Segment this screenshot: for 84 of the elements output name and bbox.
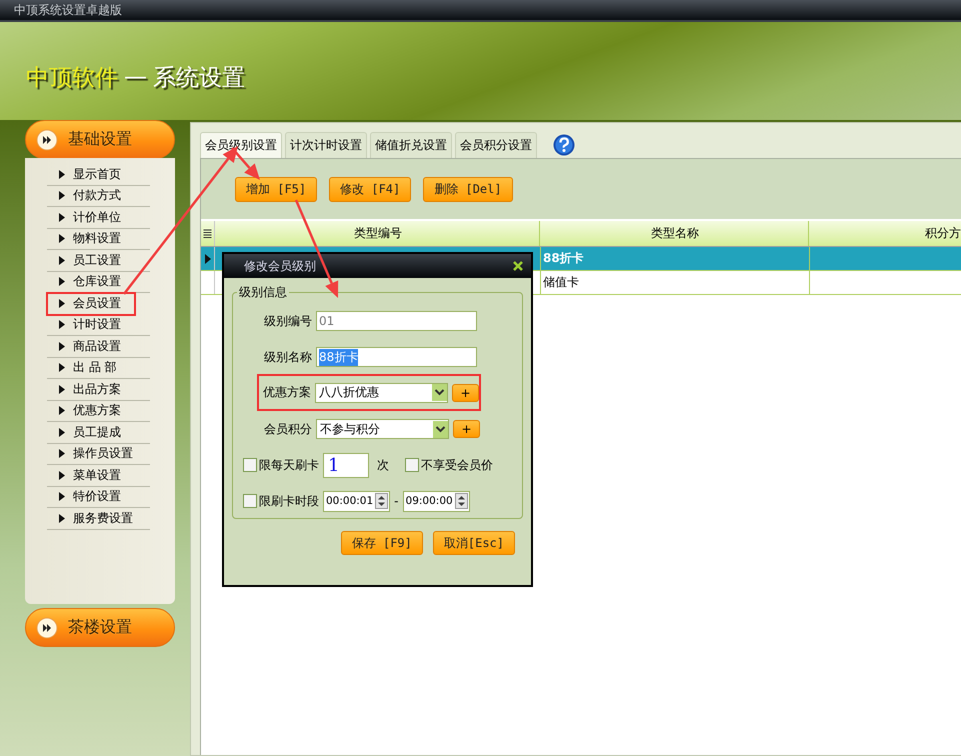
brand-name: 中顶软件 bbox=[26, 64, 118, 92]
field-label: 优惠方案 bbox=[262, 384, 311, 401]
dropdown[interactable]: 不参与积分 bbox=[316, 419, 449, 439]
checkbox-label: 不享受会员价 bbox=[421, 456, 493, 474]
triangle-icon bbox=[59, 449, 65, 458]
current-row-icon bbox=[204, 254, 210, 264]
time-field[interactable]: 00:00:01 bbox=[323, 490, 390, 512]
triangle-icon bbox=[59, 406, 65, 416]
sidebar-item[interactable]: 计价单位 bbox=[47, 207, 150, 228]
close-icon bbox=[513, 261, 523, 271]
sidebar-item[interactable]: 仓库设置 bbox=[47, 272, 150, 293]
column-header[interactable]: 类型名称 bbox=[539, 221, 808, 246]
checkbox-label: 限每天刷卡 bbox=[259, 456, 319, 474]
spinner-icon bbox=[375, 493, 388, 509]
column-header[interactable]: 积分方 bbox=[808, 221, 961, 246]
chevron-icon bbox=[432, 384, 447, 401]
table-cell: 储值卡 bbox=[540, 271, 809, 294]
triangle-icon bbox=[59, 234, 65, 244]
tab[interactable]: 计次计时设置 bbox=[285, 132, 367, 158]
triangle-icon bbox=[59, 470, 65, 480]
triangle-icon bbox=[59, 170, 65, 179]
checkbox[interactable] bbox=[243, 494, 257, 508]
list-icon bbox=[201, 228, 214, 238]
sidebar-item[interactable]: 计时设置 bbox=[47, 314, 150, 336]
field-label: 会员积分 bbox=[263, 420, 312, 438]
sidebar-item[interactable]: 付款方式 bbox=[47, 186, 150, 207]
input-field[interactable]: 01 bbox=[316, 311, 477, 331]
triangle-icon bbox=[59, 212, 65, 222]
triangle-icon bbox=[59, 320, 65, 330]
count-field[interactable]: 1 bbox=[323, 452, 369, 478]
triangle-icon bbox=[59, 492, 65, 502]
time-field[interactable]: 09:00:00 bbox=[402, 490, 470, 512]
input-field[interactable]: 88折卡 bbox=[316, 347, 477, 367]
dialog-button[interactable]: 取消[Esc] bbox=[432, 531, 515, 555]
checkbox[interactable] bbox=[243, 458, 257, 472]
tab[interactable]: 会员积分设置 bbox=[455, 132, 537, 158]
sidebar-item[interactable]: 员工提成 bbox=[47, 422, 150, 444]
sidebar-item[interactable]: 商品设置 bbox=[47, 336, 150, 358]
triangle-icon bbox=[59, 298, 65, 308]
window-title: 中顶系统设置卓越版 bbox=[14, 2, 122, 18]
toolbar-button[interactable]: 删除 [Del] bbox=[423, 176, 513, 202]
triangle-icon bbox=[59, 384, 65, 394]
help-icon bbox=[553, 134, 575, 156]
field-label: 级别编号 bbox=[263, 312, 312, 330]
range-dash: - bbox=[394, 494, 399, 508]
triangle-icon bbox=[59, 256, 65, 265]
sidebar-item[interactable]: 出品方案 bbox=[47, 379, 150, 400]
triangle-icon bbox=[59, 191, 65, 200]
add-button[interactable]: + bbox=[453, 420, 480, 438]
sidebar-item[interactable]: 会员设置 bbox=[47, 293, 135, 314]
sidebar-item[interactable]: 菜单设置 bbox=[47, 465, 150, 486]
table-cell: 88折卡 bbox=[540, 247, 809, 270]
triangle-icon bbox=[59, 428, 65, 437]
tab[interactable]: 储值折兑设置 bbox=[370, 132, 452, 158]
add-button[interactable]: + bbox=[452, 384, 479, 402]
sidebar-item[interactable]: 优惠方案 bbox=[47, 400, 150, 422]
sidebar-item[interactable]: 显示首页 bbox=[47, 164, 150, 186]
triangle-icon bbox=[59, 342, 65, 351]
sidebar-item[interactable]: 员工设置 bbox=[47, 250, 150, 272]
checkbox[interactable] bbox=[405, 458, 419, 472]
chevron-icon bbox=[433, 420, 448, 438]
forward-icon bbox=[36, 128, 58, 150]
sidebar-item[interactable]: 物料设置 bbox=[47, 228, 150, 250]
dialog-button[interactable]: 保存 [F9] bbox=[340, 531, 423, 555]
spinner-icon bbox=[454, 493, 468, 509]
dropdown[interactable]: 八八折优惠 bbox=[315, 382, 448, 402]
page-heading: 系统设置 bbox=[153, 64, 245, 92]
triangle-icon bbox=[59, 277, 65, 286]
column-header[interactable]: 类型编号 bbox=[214, 221, 539, 246]
unit-label: 次 bbox=[377, 456, 389, 474]
field-label: 级别名称 bbox=[263, 348, 312, 366]
toolbar-button[interactable]: 修改 [F4] bbox=[329, 176, 412, 202]
toolbar-button[interactable]: 增加 [F5] bbox=[235, 176, 318, 202]
group-button[interactable]: 基础设置 bbox=[25, 120, 175, 159]
title-dash: — bbox=[124, 64, 147, 90]
sidebar-item[interactable]: 服务费设置 bbox=[47, 508, 150, 530]
sidebar-item[interactable]: 出 品 部 bbox=[47, 358, 150, 379]
checkbox-label: 限刷卡时段 bbox=[259, 492, 319, 510]
forward-icon bbox=[36, 616, 58, 638]
group-button[interactable]: 茶楼设置 bbox=[25, 608, 175, 647]
triangle-icon bbox=[59, 363, 65, 372]
sidebar-item[interactable]: 操作员设置 bbox=[47, 444, 150, 465]
triangle-icon bbox=[59, 514, 65, 523]
sidebar-item[interactable]: 特价设置 bbox=[47, 486, 150, 508]
